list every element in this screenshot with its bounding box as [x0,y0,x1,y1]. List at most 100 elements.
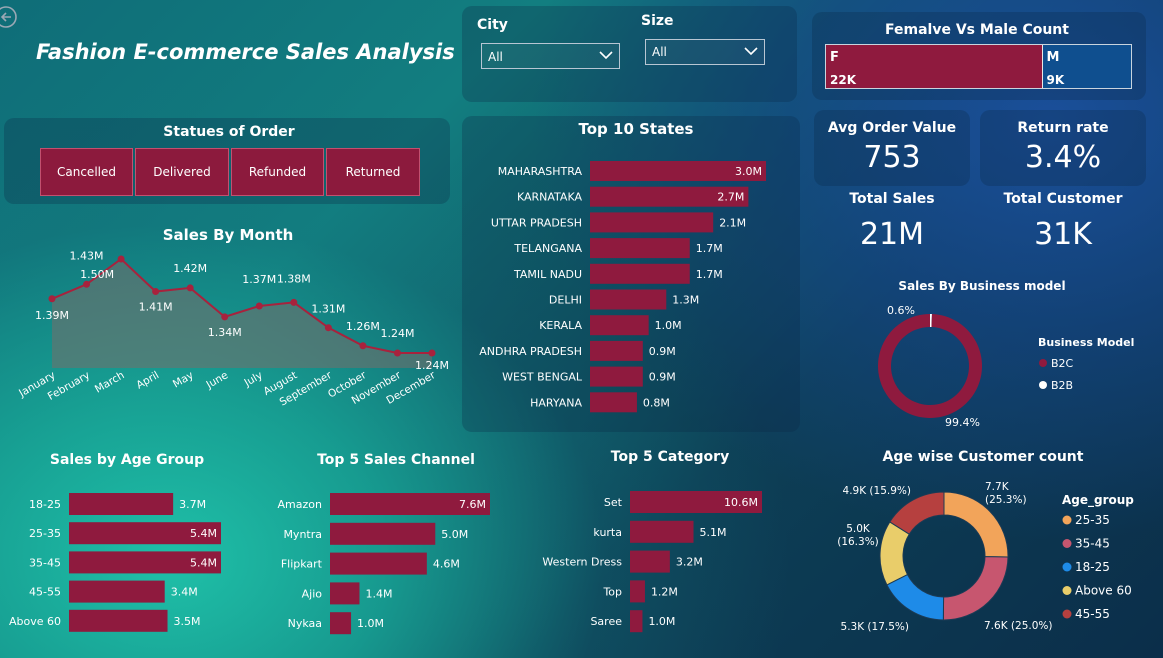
age-group-value-label: 5.4M [190,556,217,569]
sales-data-label: 1.41M [139,301,173,314]
category-value-label: 10.6M [724,496,758,509]
sales-point [117,255,125,263]
state-category-label: WEST BENGAL [502,371,583,384]
age-customer-data-label: 5.0K [846,523,871,535]
age-group-category-label: 45-55 [29,586,61,599]
category-value-label: 1.0M [648,615,675,628]
state-value-label: 1.0M [655,319,682,332]
sales-point [152,288,160,296]
sales-data-label: 1.37M [242,273,276,286]
category-bar [630,550,670,573]
month-tick-label: June [204,369,231,391]
age-customer-data-label: 7.7K [985,481,1010,493]
sales-point [48,295,56,303]
age-group-category-label: 25-35 [29,527,61,540]
month-tick-label: July [242,369,265,389]
month-tick-label: April [134,369,161,391]
state-bar [590,366,643,387]
category-value-label: 3.2M [676,556,703,569]
state-bar [590,238,690,259]
sales-point [83,280,91,288]
sales-data-label: 1.31M [311,303,345,316]
age-group-value-label: 3.7M [179,498,206,511]
age-customer-legend-title: Age_group [1062,493,1134,508]
age-customer-data-label: (25.3%) [985,494,1027,506]
state-value-label: 0.9M [649,371,676,384]
sales-data-label: 1.50M [80,268,114,281]
state-bar [590,289,667,310]
category-value-label: 1.2M [651,585,678,598]
business-model-legend-item: B2C [1051,357,1074,370]
age-customer-data-label: 5.3K (17.5%) [841,621,909,633]
state-bar [590,315,649,336]
state-category-label: KERALA [539,319,582,332]
age-group-value-label: 5.4M [190,527,217,540]
category-bar [630,580,645,603]
sales-data-label: 1.24M [380,327,414,340]
age-group-category-label: 35-45 [29,556,61,569]
channel-category-label: Flipkart [281,558,323,571]
channel-value-label: 5.0M [441,528,468,541]
legend-marker [1039,359,1047,367]
b2c-slice-label: 99.4% [945,416,980,429]
age-customer-data-label: (16.3%) [837,536,879,548]
state-value-label: 1.3M [672,294,699,307]
channel-category-label: Nykaa [288,617,322,630]
age-group-bar [69,609,168,632]
channel-value-label: 1.4M [365,587,392,600]
sales-point [255,302,263,310]
dashboard: Fashion E-commerce Sales Analysis City A… [0,0,1163,658]
state-category-label: MAHARASHTRA [498,165,583,178]
sales-data-label: 1.43M [70,249,104,262]
channel-value-label: 1.0M [357,617,384,630]
state-category-label: ANDHRA PRADESH [479,345,582,358]
month-tick-label: May [171,369,196,390]
sales-point [393,349,401,357]
state-value-label: 0.9M [649,345,676,358]
sales-point [221,313,229,321]
age-customer-legend-item: 25-35 [1075,513,1110,527]
sales-data-label: 1.39M [35,309,69,322]
age-customer-slice [942,556,1009,621]
sales-point [428,349,436,357]
category-category-label: Top [602,585,622,598]
sales-data-label: 1.42M [173,262,207,275]
category-category-label: Saree [590,615,622,628]
channel-category-label: Amazon [278,498,322,511]
sales-point [186,284,194,292]
business-model-legend-item: B2B [1051,379,1073,392]
state-value-label: 0.8M [643,396,670,409]
state-category-label: KARNATAKA [517,191,582,204]
state-category-label: HARYANA [530,396,582,409]
channel-value-label: 7.6M [459,498,486,511]
state-category-label: DELHI [549,294,582,307]
state-category-label: UTTAR PRADESH [491,216,582,229]
charts-canvas: 1.39M 1.43M 1.50M 1.41M 1.42M 1.34M 1.37M 1.38M… [9,161,1134,635]
legend-marker [1039,381,1047,389]
channel-bar [330,552,427,575]
age-customer-data-label: 4.9K (15.9%) [843,485,911,497]
age-customer-data-label: 7.6K (25.0%) [984,620,1052,632]
age-customer-legend-item: Above 60 [1075,584,1132,598]
b2b-slice-label: 0.6% [887,304,915,317]
legend-marker [1062,586,1072,595]
legend-marker [1062,515,1072,525]
age-customer-legend-item: 18-25 [1075,560,1110,574]
category-category-label: Western Dress [542,556,622,569]
age-group-category-label: Above 60 [9,615,61,628]
channel-bar [330,582,360,605]
category-value-label: 5.1M [700,526,727,539]
state-category-label: TAMIL NADU [513,268,582,281]
age-group-category-label: 18-25 [29,498,61,511]
sales-point [359,342,367,350]
legend-marker [1062,609,1072,619]
age-group-value-label: 3.5M [174,615,201,628]
business-model-slice-b2c [877,314,982,418]
state-value-label: 1.7M [696,268,723,281]
age-group-bar [69,493,174,515]
category-bar [630,520,694,543]
age-customer-legend-item: 45-55 [1075,607,1110,621]
channel-category-label: Myntra [283,528,322,541]
channel-bar [330,612,352,635]
age-group-bar [69,580,165,603]
